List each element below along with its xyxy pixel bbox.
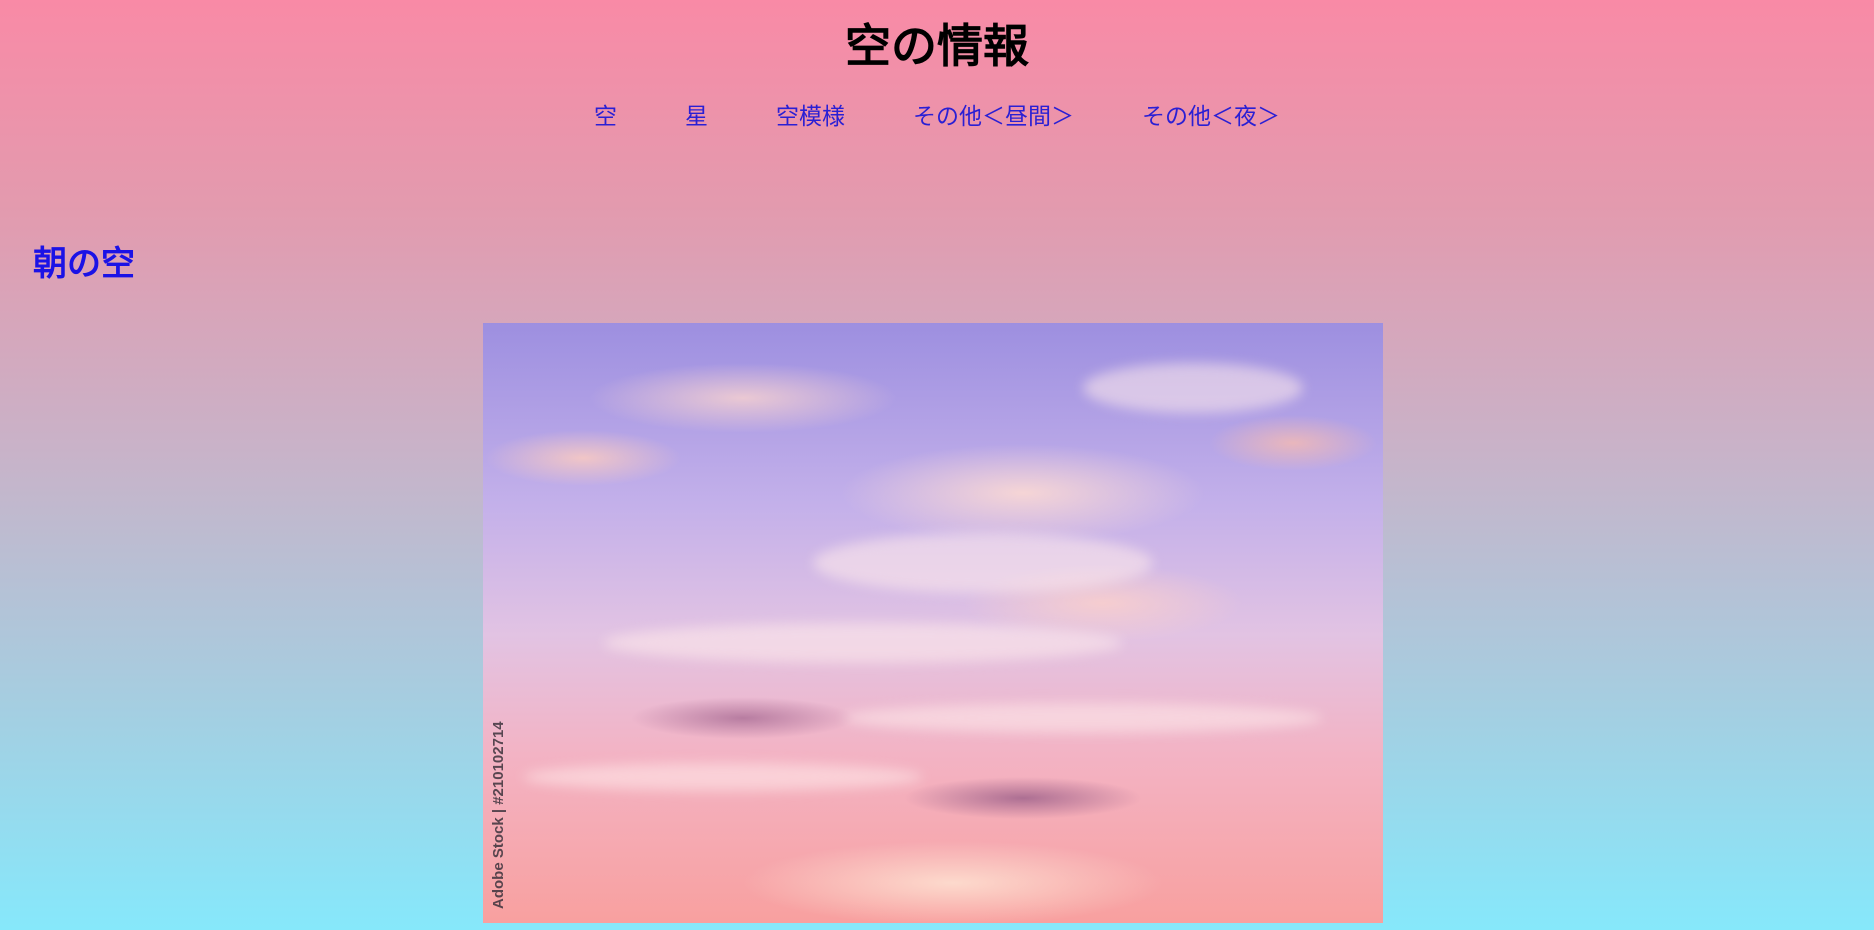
cloud (523, 763, 923, 791)
photo-watermark: Adobe Stock | #210102714 (490, 721, 507, 909)
page-title: 空の情報 (845, 19, 1029, 73)
main-nav: 空 星 空模様 その他＜昼間＞ その他＜夜＞ (0, 100, 1874, 134)
nav-link-sky[interactable]: 空 (594, 100, 617, 134)
cloud (843, 703, 1323, 733)
cloud (603, 623, 1123, 663)
section-title: 朝の空 (33, 244, 135, 284)
nav-link-stars[interactable]: 星 (685, 100, 708, 134)
morning-sky-photo: Adobe Stock | #210102714 (483, 323, 1383, 923)
cloud (813, 533, 1153, 593)
cloud (1083, 363, 1303, 413)
nav-link-sky-patterns[interactable]: 空模様 (776, 100, 845, 134)
nav-link-other-daytime[interactable]: その他＜昼間＞ (913, 100, 1074, 134)
nav-link-other-night[interactable]: その他＜夜＞ (1142, 100, 1280, 134)
